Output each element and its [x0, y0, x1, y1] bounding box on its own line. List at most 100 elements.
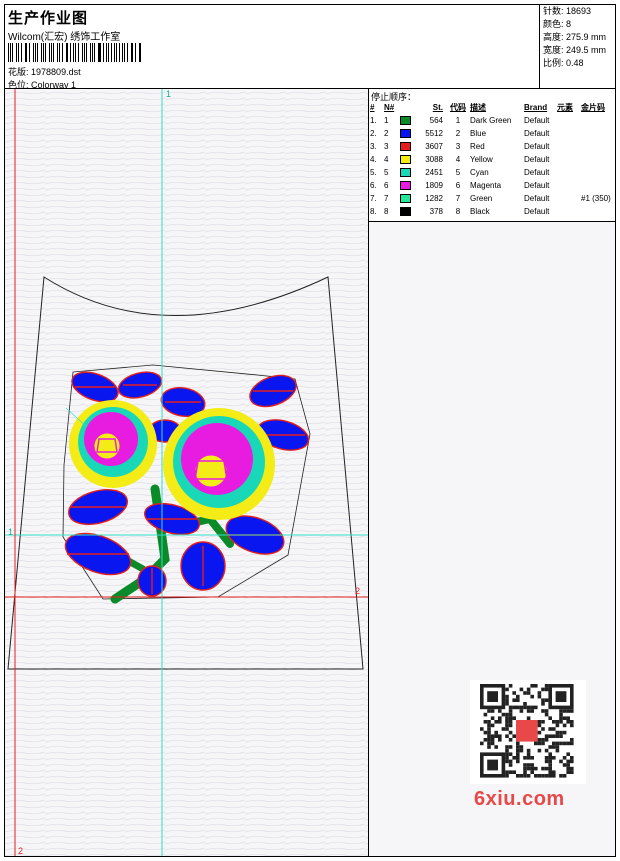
stat-colors: 颜色: 8	[543, 19, 572, 29]
watermark-text: 6xiu.com	[474, 788, 565, 810]
table-row[interactable]: 3. 3 3607 3 Red Default	[370, 140, 615, 153]
cell-desc: Green	[470, 194, 493, 203]
cell-sequin	[581, 153, 615, 166]
stat-scale: 比例: 0.48	[543, 58, 584, 68]
col-desc: 描述	[470, 103, 486, 112]
cell-num: 4.	[370, 155, 377, 164]
table-row[interactable]: 4. 4 3088 4 Yellow Default	[370, 153, 615, 166]
file-name: 1978809.dst	[31, 67, 81, 77]
cell-st: 564	[429, 116, 443, 125]
cell-brand: Default	[524, 181, 550, 190]
qr-code	[470, 680, 586, 784]
cell-st: 1809	[425, 181, 443, 190]
cell-num: 7.	[370, 194, 377, 203]
stop-sequence-table: # N# St. 代码 描述 Brand 元素 金片码 1. 1 564 1 Dark …	[370, 101, 615, 218]
cell-brand: Default	[524, 129, 550, 138]
cell-desc: Blue	[470, 129, 487, 138]
cell-desc: Dark Green	[470, 116, 512, 125]
col-st: St.	[432, 103, 443, 112]
color-swatch	[400, 207, 411, 217]
cell-st: 5512	[425, 129, 443, 138]
file-line: 花版: 1978809.dst	[8, 65, 81, 78]
stat-stitches: 针数: 18693	[543, 6, 592, 16]
cell-n: 6	[384, 181, 389, 190]
axis-label-bottom: 2	[18, 846, 24, 856]
cell-desc: Black	[470, 207, 490, 216]
cell-element	[557, 153, 581, 166]
cell-desc: Yellow	[470, 155, 493, 164]
stat-width: 宽度: 249.5 mm	[543, 45, 607, 55]
cell-code: 1	[455, 116, 461, 125]
cell-desc: Cyan	[470, 168, 489, 177]
cell-code: 4	[455, 155, 461, 164]
cell-n: 5	[384, 168, 389, 177]
cell-sequin	[581, 114, 615, 127]
stat-height: 高度: 275.9 mm	[543, 32, 607, 42]
color-swatch	[400, 168, 411, 178]
cell-element	[557, 192, 581, 205]
cell-st: 2451	[425, 168, 443, 177]
cell-num: 1.	[370, 116, 377, 125]
color-swatch	[400, 194, 411, 204]
cell-element	[557, 127, 581, 140]
color-swatch	[400, 116, 411, 126]
color-swatch	[400, 155, 411, 165]
cell-element	[557, 114, 581, 127]
cell-n: 3	[384, 142, 389, 151]
cell-n: 7	[384, 194, 389, 203]
col-code: 代码	[450, 103, 466, 112]
color-swatch	[400, 129, 411, 139]
cell-st: 3088	[425, 155, 443, 164]
cell-brand: Default	[524, 194, 550, 203]
cell-code: 3	[455, 142, 461, 151]
cell-brand: Default	[524, 207, 550, 216]
cell-brand: Default	[524, 155, 550, 164]
col-n: N#	[384, 103, 395, 112]
file-label: 花版:	[8, 67, 29, 77]
col-sequin: 金片码	[581, 103, 605, 112]
cell-sequin: #1 (350)	[581, 194, 611, 203]
guide-label-left: 1	[8, 527, 14, 537]
guide-label-top: 1	[166, 89, 172, 99]
cell-brand: Default	[524, 168, 550, 177]
table-row[interactable]: 7. 7 1282 7 Green Default #1 (350)	[370, 192, 615, 205]
cell-n: 1	[384, 116, 389, 125]
page-title: 生产作业图	[8, 10, 89, 27]
cell-brand: Default	[524, 116, 550, 125]
cell-element	[557, 205, 581, 218]
cell-sequin	[581, 179, 615, 192]
cell-st: 1282	[425, 194, 443, 203]
axis-label-right: 2	[355, 586, 361, 596]
cell-sequin	[581, 140, 615, 153]
cell-code: 6	[455, 181, 461, 190]
cell-num: 8.	[370, 207, 377, 216]
design-canvas[interactable]: 1 1 2 2	[5, 89, 368, 856]
color-swatch	[400, 142, 411, 152]
col-num: #	[370, 103, 375, 112]
table-row[interactable]: 6. 6 1809 6 Magenta Default	[370, 179, 615, 192]
cell-desc: Magenta	[470, 181, 502, 190]
cell-num: 5.	[370, 168, 377, 177]
col-brand: Brand	[524, 103, 548, 112]
cell-num: 6.	[370, 181, 377, 190]
cell-code: 8	[455, 207, 461, 216]
barcode	[8, 43, 143, 62]
cell-sequin	[581, 127, 615, 140]
cell-st: 3607	[425, 142, 443, 151]
color-swatch	[400, 181, 411, 191]
cell-sequin	[581, 166, 615, 179]
cell-num: 3.	[370, 142, 377, 151]
table-row[interactable]: 5. 5 2451 5 Cyan Default	[370, 166, 615, 179]
table-row[interactable]: 1. 1 564 1 Dark Green Default	[370, 114, 615, 127]
cell-code: 2	[455, 129, 461, 138]
stats-panel: 针数: 18693 颜色: 8 高度: 275.9 mm 宽度: 249.5 m…	[539, 4, 616, 88]
flower-right	[163, 408, 275, 520]
table-row[interactable]: 8. 8 378 8 Black Default	[370, 205, 615, 218]
table-row[interactable]: 2. 2 5512 2 Blue Default	[370, 127, 615, 140]
cell-n: 2	[384, 129, 389, 138]
cell-sequin	[581, 205, 615, 218]
cell-num: 2.	[370, 129, 377, 138]
cell-st: 378	[429, 207, 443, 216]
cell-element	[557, 140, 581, 153]
cell-n: 8	[384, 207, 389, 216]
